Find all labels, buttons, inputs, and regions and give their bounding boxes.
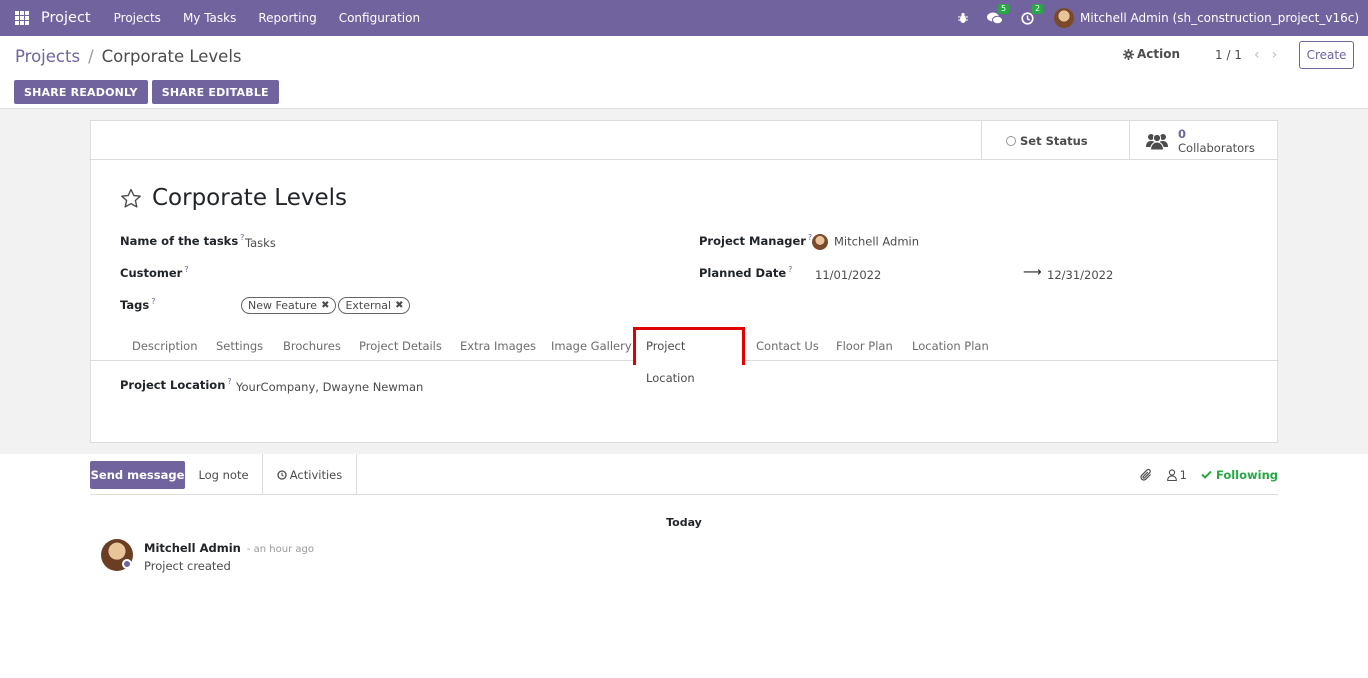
date-start-input[interactable]: 11/01/2022 — [815, 268, 881, 282]
set-status-label: Set Status — [1020, 133, 1088, 148]
activities-badge: 2 — [1032, 3, 1044, 14]
breadcrumb-separator: / — [88, 47, 94, 66]
message-time: - an hour ago — [246, 544, 314, 555]
form-sheet: Set Status 0 Collaborators Corporate Lev… — [89, 120, 1279, 443]
user-avatar[interactable] — [1054, 8, 1075, 28]
create-button[interactable]: Create — [1299, 41, 1354, 69]
clock-icon — [277, 469, 287, 480]
top-navbar: Project Projects My Tasks Reporting Conf… — [0, 0, 1368, 36]
button-box: Set Status 0 Collaborators — [89, 121, 1277, 160]
tab-floor-plan[interactable]: Floor Plan — [836, 327, 893, 361]
chatter-topbar: Send message Log note Activities 1 Follo… — [90, 454, 1278, 495]
message-author[interactable]: Mitchell Admin - an hour ago — [144, 541, 314, 555]
apps-menu-icon[interactable] — [15, 11, 29, 25]
message-body: Project created — [144, 559, 231, 573]
tab-settings[interactable]: Settings — [216, 327, 263, 361]
tags-field[interactable]: New Feature ✖ External ✖ — [241, 297, 412, 314]
user-menu[interactable]: Mitchell Admin (sh_construction_project_… — [1080, 11, 1359, 25]
following-button[interactable]: Following — [1201, 468, 1278, 482]
pager-prev-icon[interactable]: ‹ — [1254, 47, 1260, 63]
menu-reporting[interactable]: Reporting — [247, 11, 327, 25]
menu-my-tasks[interactable]: My Tasks — [172, 11, 247, 25]
manager-label: Project Manager? — [699, 233, 813, 248]
app-brand[interactable]: Project — [41, 10, 91, 26]
manager-avatar — [812, 234, 828, 250]
breadcrumb: Projects / Corporate Levels — [15, 47, 242, 66]
paperclip-icon[interactable] — [1140, 468, 1153, 482]
users-icon — [1146, 133, 1168, 150]
collaborators-button[interactable]: 0 Collaborators — [1129, 121, 1277, 160]
set-status-button[interactable]: Set Status — [981, 121, 1129, 160]
share-readonly-button[interactable]: SHARE READONLY — [14, 80, 148, 104]
tags-label: Tags? — [120, 297, 156, 312]
share-editable-button[interactable]: SHARE EDITABLE — [151, 80, 279, 104]
breadcrumb-current: Corporate Levels — [101, 47, 242, 66]
tag-remove-icon[interactable]: ✖ — [395, 300, 403, 311]
project-location-label: Project Location? — [120, 377, 232, 392]
user-icon — [1166, 468, 1177, 481]
customer-label: Customer? — [120, 265, 189, 280]
status-radio-icon — [1006, 135, 1016, 146]
collaborators-count: 0 — [1178, 126, 1187, 141]
gear-icon — [1123, 48, 1134, 60]
tab-brochures[interactable]: Brochures — [283, 327, 341, 361]
messages-icon[interactable]: 5 — [987, 3, 1010, 25]
tab-location-plan[interactable]: Location Plan — [912, 327, 989, 361]
online-status-icon — [122, 559, 132, 569]
date-end-input[interactable]: 12/31/2022 — [1047, 268, 1113, 282]
tag-remove-icon[interactable]: ✖ — [321, 300, 329, 311]
menu-configuration[interactable]: Configuration — [328, 11, 431, 25]
project-title[interactable]: Corporate Levels — [152, 185, 347, 211]
pager: 1 / 1 ‹ › — [1215, 47, 1277, 63]
log-note-button[interactable]: Log note — [185, 454, 263, 495]
action-label: Action — [1137, 47, 1181, 61]
bug-icon[interactable] — [957, 12, 969, 24]
customer-input[interactable] — [245, 266, 545, 282]
tab-description[interactable]: Description — [132, 327, 198, 361]
tab-project-details[interactable]: Project Details — [359, 327, 442, 361]
tab-project-location[interactable]: Project Location — [633, 327, 745, 385]
action-button[interactable]: Action — [1123, 47, 1180, 61]
tasks-label: Name of the tasks? — [120, 233, 245, 248]
control-panel: Projects / Corporate Levels Action 1 / 1… — [0, 36, 1368, 109]
tab-image-gallery[interactable]: Image Gallery — [551, 327, 632, 361]
activities-clock-icon[interactable]: 2 — [1021, 3, 1044, 25]
date-separator: Today — [666, 516, 702, 529]
project-location-input[interactable]: YourCompany, Dwayne Newman — [236, 380, 423, 394]
notebook-tabs: Description Settings Brochures Project D… — [91, 327, 1279, 385]
planned-date-label: Planned Date? — [699, 265, 793, 280]
activities-button[interactable]: Activities — [263, 454, 357, 495]
tag-external: External ✖ — [338, 297, 411, 314]
arrow-right-icon: ⟶ — [1023, 265, 1042, 280]
send-message-button[interactable]: Send message — [90, 461, 185, 489]
followers-count: 1 — [1179, 467, 1187, 482]
tasks-input[interactable]: Tasks — [245, 236, 276, 250]
check-icon — [1201, 470, 1212, 479]
favorite-star-icon[interactable] — [120, 188, 142, 209]
tab-extra-images[interactable]: Extra Images — [460, 327, 536, 361]
followers-button[interactable]: 1 — [1166, 467, 1187, 482]
pager-value[interactable]: 1 / 1 — [1215, 48, 1242, 62]
pager-next-icon[interactable]: › — [1272, 47, 1278, 63]
collaborators-label: Collaborators — [1178, 140, 1255, 155]
breadcrumb-projects[interactable]: Projects — [15, 47, 80, 66]
messages-badge: 5 — [998, 3, 1010, 14]
tab-contact-us[interactable]: Contact Us — [756, 327, 819, 361]
manager-field[interactable]: Mitchell Admin — [812, 234, 919, 250]
menu-projects[interactable]: Projects — [103, 11, 172, 25]
tag-new-feature: New Feature ✖ — [241, 297, 337, 314]
